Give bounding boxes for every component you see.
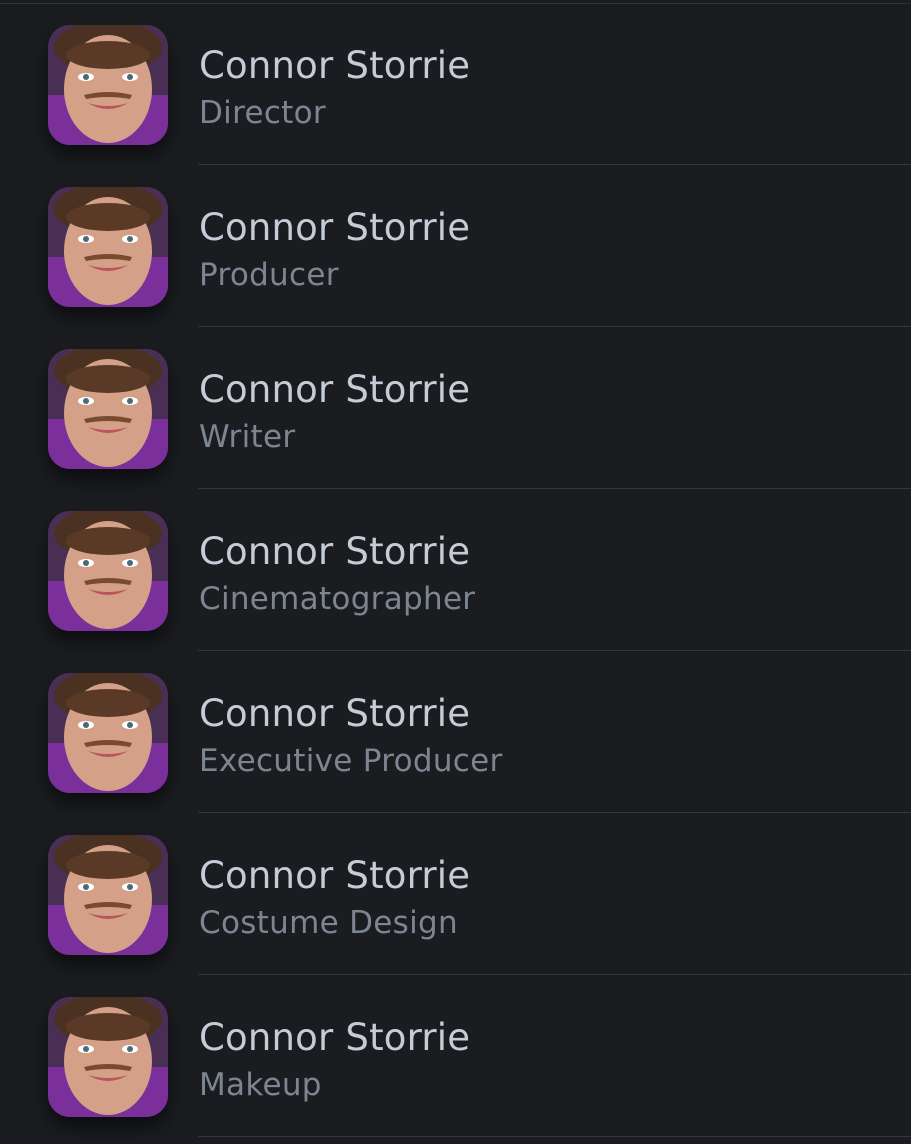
- person-photo-icon: [48, 25, 168, 145]
- crew-list-item[interactable]: Connor Storrie Cinematographer: [0, 489, 911, 651]
- person-photo-icon: [48, 187, 168, 307]
- person-name: Connor Storrie: [199, 206, 471, 249]
- avatar: [48, 25, 168, 145]
- crew-list-item[interactable]: Connor Storrie Makeup: [0, 975, 911, 1137]
- person-photo-icon: [48, 673, 168, 793]
- person-role: Director: [199, 95, 326, 131]
- person-name: Connor Storrie: [199, 368, 471, 411]
- crew-list: Connor Storrie Director Connor Storrie P…: [0, 0, 911, 1144]
- person-role: Cinematographer: [199, 581, 476, 617]
- row-divider: [198, 1136, 911, 1137]
- avatar: [48, 997, 168, 1117]
- avatar: [48, 511, 168, 631]
- person-role: Executive Producer: [199, 743, 503, 779]
- avatar: [48, 187, 168, 307]
- person-name: Connor Storrie: [199, 44, 471, 87]
- avatar: [48, 673, 168, 793]
- avatar: [48, 349, 168, 469]
- person-name: Connor Storrie: [199, 1016, 471, 1059]
- person-name: Connor Storrie: [199, 854, 471, 897]
- person-role: Producer: [199, 257, 339, 293]
- person-photo-icon: [48, 349, 168, 469]
- person-photo-icon: [48, 835, 168, 955]
- person-role: Costume Design: [199, 905, 458, 941]
- crew-list-item[interactable]: Connor Storrie Director: [0, 3, 911, 165]
- person-role: Writer: [199, 419, 296, 455]
- avatar: [48, 835, 168, 955]
- crew-list-item[interactable]: Connor Storrie Executive Producer: [0, 651, 911, 813]
- person-photo-icon: [48, 511, 168, 631]
- crew-list-item[interactable]: Connor Storrie Costume Design: [0, 813, 911, 975]
- person-name: Connor Storrie: [199, 530, 471, 573]
- crew-list-item[interactable]: Connor Storrie Writer: [0, 327, 911, 489]
- crew-list-item[interactable]: Connor Storrie Producer: [0, 165, 911, 327]
- person-name: Connor Storrie: [199, 692, 471, 735]
- person-role: Makeup: [199, 1067, 322, 1103]
- person-photo-icon: [48, 997, 168, 1117]
